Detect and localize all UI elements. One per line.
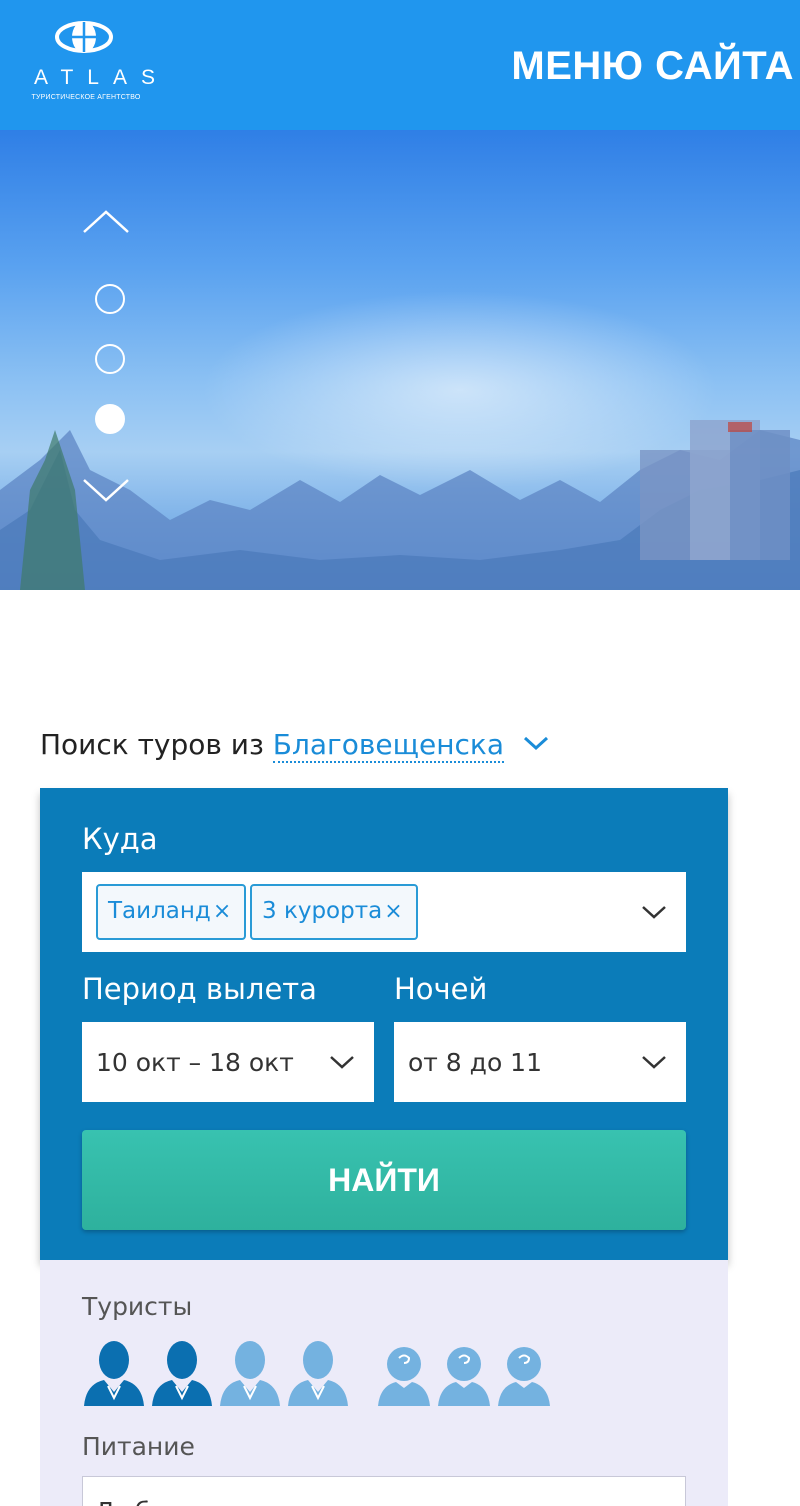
chevron-down-icon — [330, 1056, 354, 1069]
search-heading-prefix: Поиск туров из — [40, 728, 264, 761]
meal-label: Питание — [82, 1432, 195, 1461]
period-value: 10 окт – 18 окт — [96, 1048, 294, 1077]
remove-tag-icon[interactable]: × — [213, 899, 231, 924]
child-person-icon[interactable] — [432, 1340, 496, 1406]
site-header: ATLAS ТУРИСТИЧЕСКОЕ АГЕНТСТВО МЕНЮ САЙТА — [0, 0, 800, 130]
adult-person-icon[interactable] — [150, 1340, 214, 1406]
tourists-selector — [82, 1340, 562, 1406]
tag-label: Таиланд — [108, 898, 211, 924]
period-label: Период вылета — [82, 972, 317, 1006]
atlas-logo[interactable]: ATLAS ТУРИСТИЧЕСКОЕ АГЕНТСТВО — [20, 20, 169, 104]
slider-dot-2[interactable] — [95, 344, 125, 374]
chevron-up-icon[interactable] — [80, 208, 132, 238]
tourists-label: Туристы — [82, 1292, 193, 1321]
child-person-icon[interactable] — [492, 1340, 556, 1406]
tour-search-form: Куда Таиланд× 3 курорта× Период вылета Н… — [40, 788, 728, 1260]
slider-dot-1[interactable] — [95, 284, 125, 314]
find-tours-button[interactable]: НАЙТИ — [82, 1130, 686, 1230]
adult-person-icon[interactable] — [218, 1340, 282, 1406]
destination-label: Куда — [82, 822, 158, 856]
adult-person-icon[interactable] — [286, 1340, 350, 1406]
logo-subtitle: ТУРИСТИЧЕСКОЕ АГЕНТСТВО — [31, 94, 141, 101]
nights-label: Ночей — [394, 972, 488, 1006]
departure-city-link[interactable]: Благовещенска — [272, 728, 504, 763]
period-select[interactable]: 10 окт – 18 окт — [82, 1022, 374, 1102]
chevron-down-icon — [642, 1056, 666, 1069]
nights-select[interactable]: от 8 до 11 — [394, 1022, 686, 1102]
logo-text: ATLAS — [34, 66, 169, 89]
site-menu-button[interactable]: МЕНЮ САЙТА — [511, 44, 794, 89]
search-heading: Поиск туров из Благовещенска — [40, 728, 551, 763]
destination-tag-resorts[interactable]: 3 курорта× — [250, 884, 418, 940]
adult-person-icon[interactable] — [82, 1340, 146, 1406]
slider-dot-3[interactable] — [95, 404, 125, 434]
globe-logo-icon — [55, 21, 113, 53]
chevron-down-icon — [642, 906, 666, 919]
slider-navigation — [80, 200, 132, 502]
chevron-down-icon[interactable] — [521, 734, 551, 752]
destination-select[interactable]: Таиланд× 3 курорта× — [82, 872, 686, 952]
remove-tag-icon[interactable]: × — [384, 899, 402, 924]
destination-tag-thailand[interactable]: Таиланд× — [96, 884, 246, 940]
tag-label: 3 курорта — [262, 898, 383, 924]
child-person-icon[interactable] — [372, 1340, 436, 1406]
nights-value: от 8 до 11 — [408, 1048, 542, 1077]
chevron-down-icon[interactable] — [80, 474, 132, 504]
meal-select[interactable]: Любое — [82, 1476, 686, 1506]
meal-value: Любое — [95, 1497, 181, 1506]
hero-slider — [0, 130, 800, 590]
search-options-panel: Туристы Питание — [40, 1260, 728, 1506]
